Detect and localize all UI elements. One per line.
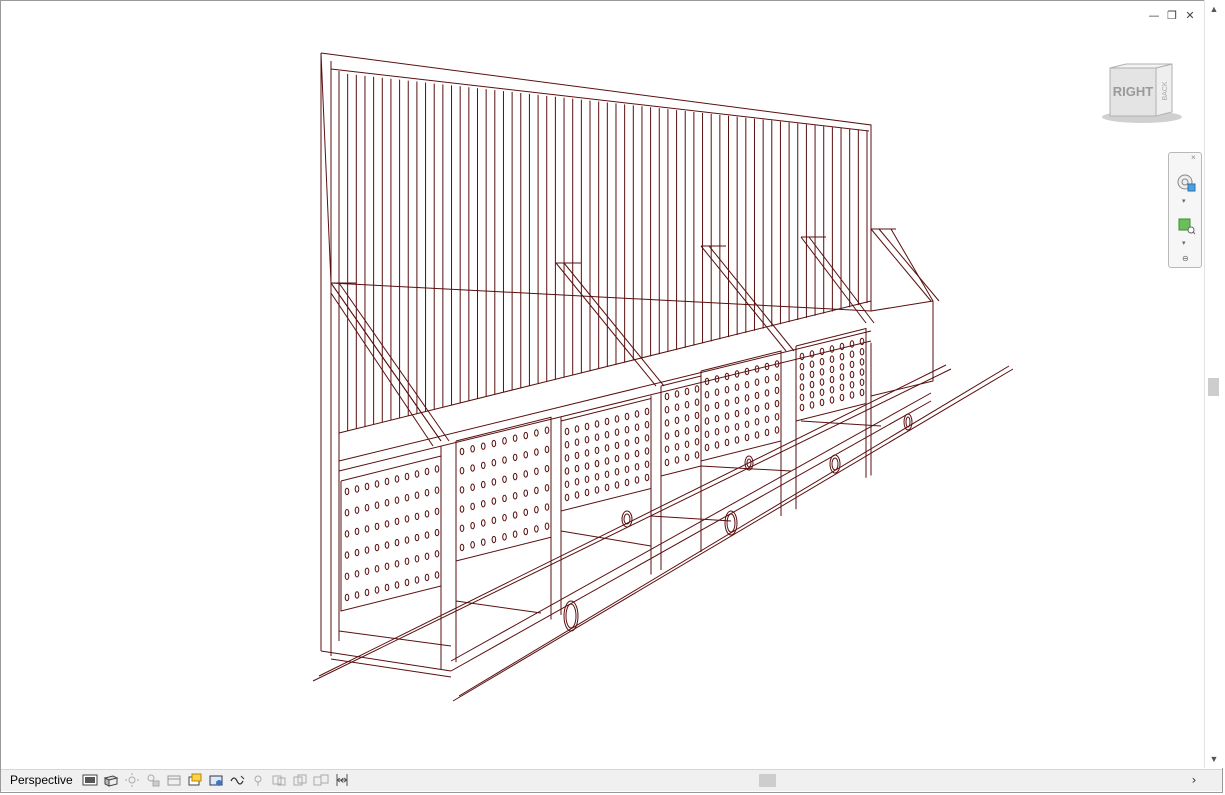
show-crop-region-icon[interactable] (207, 772, 224, 788)
crop-view-icon[interactable] (186, 772, 203, 788)
hide-analytical-icon[interactable] (312, 772, 329, 788)
minimize-button[interactable]: — (1147, 9, 1161, 23)
shadows-icon[interactable] (144, 772, 161, 788)
temporary-hide-icon[interactable] (249, 772, 266, 788)
reveal-hidden-icon[interactable] (270, 772, 287, 788)
vertical-scrollbar[interactable]: ▲ ▼ (1204, 0, 1223, 768)
view-mode-label: Perspective (10, 773, 73, 787)
model-drawing (312, 52, 1014, 702)
viewcube[interactable]: RIGHT BACK (1102, 60, 1188, 130)
scroll-up-arrow[interactable]: ▲ (1208, 4, 1220, 14)
viewcube-side-label: BACK (1162, 81, 1169, 100)
nav-bar-close-button[interactable]: × (1191, 154, 1199, 162)
scroll-left-arrow[interactable]: ‹ (336, 773, 348, 788)
horizontal-scrollbar[interactable]: ‹ › (336, 773, 1204, 788)
steering-wheel-icon[interactable] (1175, 171, 1197, 193)
close-button[interactable]: ✕ (1183, 9, 1197, 23)
restore-button[interactable]: ❐ (1165, 9, 1179, 23)
sun-path-icon[interactable] (123, 772, 140, 788)
steering-wheel-dropdown[interactable]: ▾ (1182, 198, 1190, 205)
unlock-3d-view-icon[interactable] (228, 772, 245, 788)
scroll-down-arrow[interactable]: ▼ (1208, 754, 1220, 764)
visual-style-icon[interactable] (102, 772, 119, 788)
viewcube-face-label: RIGHT (1113, 84, 1154, 99)
navigation-bar: × ▾ ▾ ⊖ (1168, 152, 1202, 268)
horizontal-scroll-thumb[interactable] (759, 774, 776, 787)
window-controls: — ❐ ✕ (1147, 9, 1197, 23)
detail-level-icon[interactable] (81, 772, 98, 788)
temporary-view-properties-icon[interactable] (291, 772, 308, 788)
nav-bar-options-button[interactable]: ⊖ (1182, 255, 1190, 263)
zoom-region-icon[interactable] (1175, 215, 1197, 237)
view-control-bar: Perspective ‹ › (1, 769, 1222, 791)
3d-viewport[interactable] (1, 1, 1203, 768)
view-control-icons (81, 772, 350, 788)
scroll-right-arrow[interactable]: › (1188, 773, 1200, 788)
zoom-dropdown[interactable]: ▾ (1182, 240, 1190, 247)
vertical-scroll-thumb[interactable] (1208, 378, 1219, 396)
render-icon[interactable] (165, 772, 182, 788)
